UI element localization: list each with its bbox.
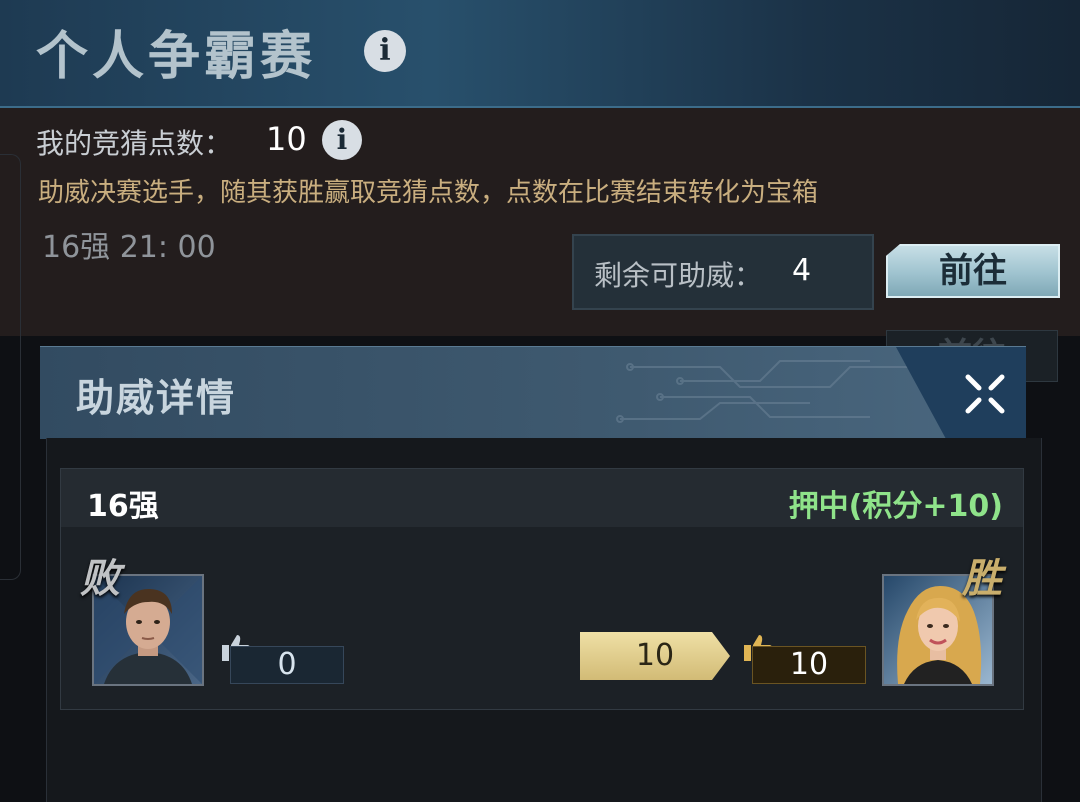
round-time: 16强 21: 00 bbox=[42, 230, 216, 265]
circuit-decoration-icon bbox=[616, 360, 910, 423]
guess-description: 助威决赛选手，随其获胜赢取竞猜点数，点数在比赛结束转化为宝箱 bbox=[38, 178, 819, 208]
match-card-header: 16强 押中(积分+10) bbox=[61, 469, 1023, 527]
match-card: 16强 押中(积分+10) bbox=[60, 468, 1024, 710]
page-title: 个人争霸赛 bbox=[36, 27, 317, 87]
match-round: 16强 bbox=[87, 489, 159, 524]
guess-points-value: 10 bbox=[266, 120, 307, 158]
close-icon[interactable] bbox=[962, 371, 1008, 417]
remaining-support-box: 剩余可助威： 4 bbox=[572, 234, 874, 310]
guess-points-label: 我的竞猜点数： bbox=[36, 127, 233, 160]
info-icon[interactable]: i bbox=[364, 30, 406, 72]
remaining-support-value: 4 bbox=[792, 253, 812, 288]
points-info-icon[interactable]: i bbox=[322, 120, 362, 160]
goto-button[interactable]: 前往 bbox=[886, 244, 1060, 298]
support-details-header: 助威详情 bbox=[40, 346, 1026, 439]
close-button[interactable] bbox=[896, 347, 1026, 439]
support-details-title: 助威详情 bbox=[76, 376, 237, 420]
background-panel-edge bbox=[0, 154, 21, 580]
win-tag: 胜 bbox=[962, 555, 1002, 602]
my-support-amount: 10 bbox=[580, 632, 730, 680]
guess-panel: 我的竞猜点数： 10 i 助威决赛选手，随其获胜赢取竞猜点数，点数在比赛结束转化… bbox=[0, 108, 1080, 336]
lose-tag: 败 bbox=[80, 555, 120, 602]
title-banner: 个人争霸赛 i bbox=[0, 0, 1080, 108]
right-vote-count: 10 bbox=[752, 646, 866, 684]
match-result: 押中(积分+10) bbox=[788, 489, 1003, 524]
left-vote-count: 0 bbox=[230, 646, 344, 684]
remaining-support-label: 剩余可助威： bbox=[594, 259, 763, 292]
